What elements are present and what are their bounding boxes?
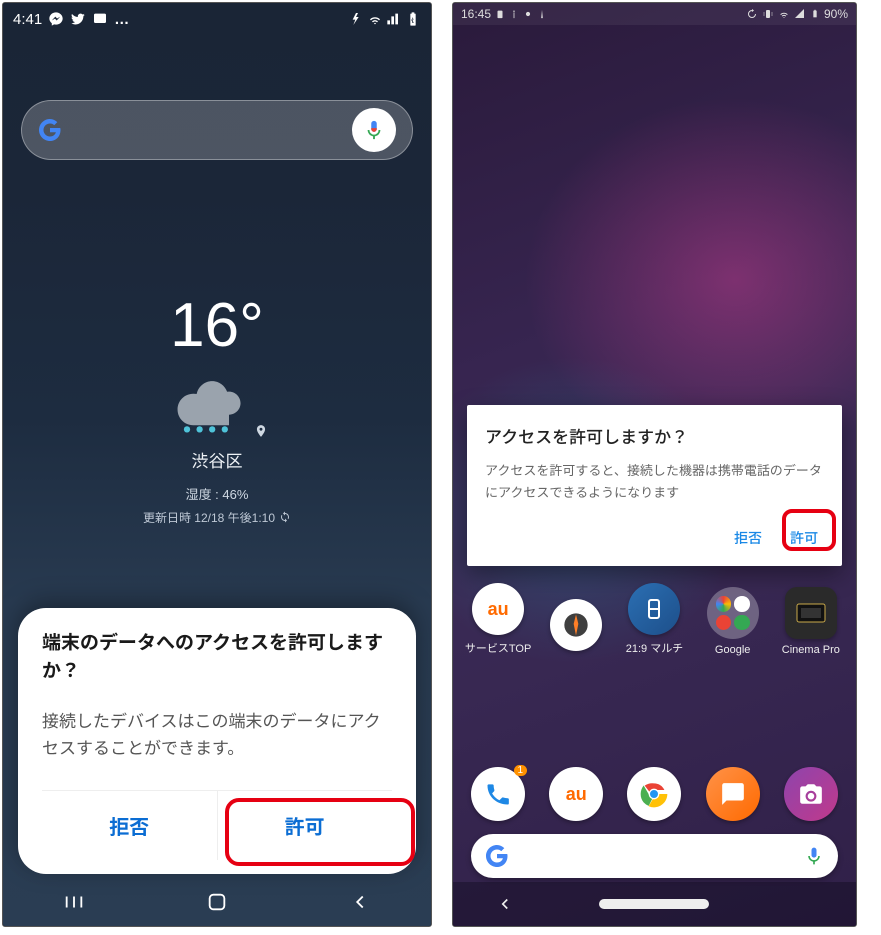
android-nav-bar [3,878,431,926]
badge: 1 [514,765,528,776]
dialog-title: 端末のデータへのアクセスを許可しますか？ [42,630,392,685]
dialog-message: アクセスを許可すると、接続した機器は携帯電話のデータにアクセスできるようになりま… [485,460,824,504]
status-icon [523,9,533,19]
rotation-icon [746,8,758,20]
signal-icon [386,11,402,27]
dock-phone[interactable]: 1 [471,767,525,821]
app-row: au サービスTOP 21:9 マルチ [453,583,856,656]
app-folder-google[interactable]: Google [698,587,768,656]
temperature: 16° [3,290,431,361]
permission-dialog: アクセスを許可しますか？ アクセスを許可すると、接続した機器は携帯電話のデータに… [467,405,842,566]
refresh-icon[interactable] [279,511,291,523]
dock-au[interactable]: au [549,767,603,821]
sony-phone: 16:45 90% アクセスを許可しますか？ アクセスを許可すると、接続した機器… [452,2,857,927]
wifi-icon [778,8,790,20]
dock-camera[interactable] [784,767,838,821]
voice-search-button[interactable] [352,108,396,152]
humidity: 湿度 : 46% [3,484,431,503]
app-21-9-multi[interactable]: 21:9 マルチ [619,583,689,656]
notification-icon [92,11,108,27]
status-bar: 16:45 90% [453,3,856,25]
messenger-icon [48,11,64,27]
permission-dialog: 端末のデータへのアクセスを許可しますか？ 接続したデバイスはこの端末のデータにア… [18,608,416,874]
deny-button[interactable]: 拒否 [728,522,768,554]
allow-button[interactable]: 許可 [784,522,824,554]
signal-icon [794,8,806,20]
app-label: 21:9 マルチ [619,640,689,656]
location-pin-icon [254,424,268,438]
vibrate-icon [348,11,364,27]
cinema-icon [796,603,826,623]
battery-icon [810,8,820,20]
home-pill[interactable] [599,899,709,909]
chrome-icon [638,778,670,810]
google-icon [38,118,62,142]
last-updated: 更新日時 12/18 午後1:10 [3,509,431,526]
status-bar: 4:41 … [3,3,431,35]
weather-widget[interactable]: 16° 渋谷区 湿度 : 46% 更新日時 12/18 午後1:10 [3,290,431,526]
mic-icon[interactable] [804,846,824,866]
status-icon [509,9,519,19]
allow-button[interactable]: 許可 [217,791,393,860]
camera-icon [798,781,824,807]
back-icon[interactable] [349,891,371,913]
app-compass[interactable] [541,599,611,656]
status-icon [537,9,547,19]
mic-icon [363,119,385,141]
app-label: Cinema Pro [776,644,846,656]
au-icon: au [566,784,587,805]
status-icon [495,9,505,19]
battery-percent: 90% [824,7,848,21]
home-icon[interactable] [206,891,228,913]
google-search-widget[interactable] [21,100,413,160]
dialog-title: アクセスを許可しますか？ [485,423,824,448]
message-icon [720,781,746,807]
app-label: サービスTOP [463,640,533,656]
google-icon [485,844,509,868]
samsung-phone: 4:41 … 16° 渋谷区 湿度 : 46% [2,2,432,927]
dock-messages[interactable] [706,767,760,821]
back-icon[interactable] [496,895,514,913]
vibrate-icon [762,8,774,20]
status-time: 4:41 [13,11,42,28]
folder-icon [707,587,759,639]
app-service-top[interactable]: au サービスTOP [463,583,533,656]
google-search-widget[interactable] [471,834,838,878]
au-icon: au [488,599,509,620]
dock-chrome[interactable] [627,767,681,821]
multiwindow-icon [642,597,666,621]
more-notifications-icon: … [114,11,130,28]
app-label: Google [698,644,768,656]
location-name: 渋谷区 [3,447,431,472]
battery-icon [405,11,421,27]
compass-icon [562,611,590,639]
app-cinema-pro[interactable]: Cinema Pro [776,587,846,656]
twitter-icon [70,11,86,27]
deny-button[interactable]: 拒否 [42,791,217,860]
dialog-message: 接続したデバイスはこの端末のデータにアクセスすることができます。 [42,709,392,762]
recents-icon[interactable] [63,891,85,913]
dock: 1 au [453,767,856,826]
phone-icon [484,780,512,808]
android-nav-bar [453,882,856,926]
wifi-icon [367,11,383,27]
weather-rain-icon [166,379,250,438]
status-time: 16:45 [461,7,491,21]
